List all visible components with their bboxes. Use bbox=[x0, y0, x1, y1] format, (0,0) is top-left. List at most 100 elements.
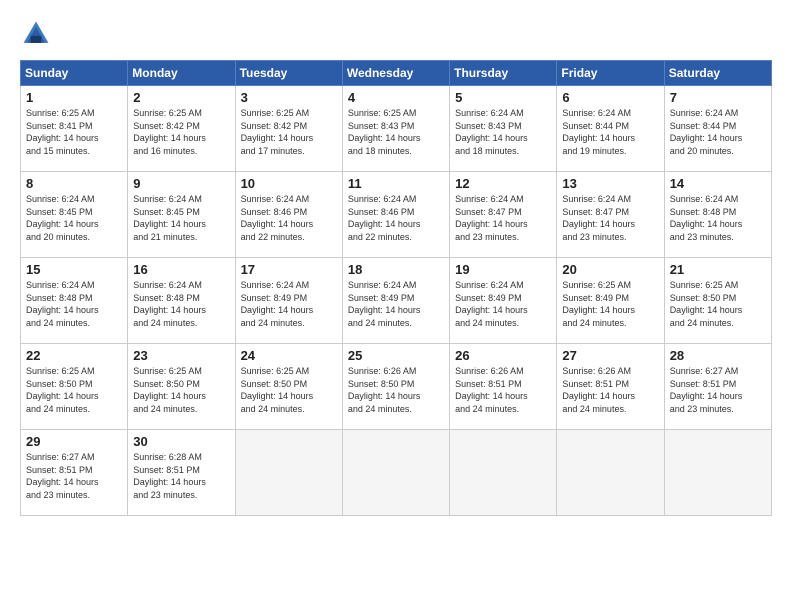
day-number: 6 bbox=[562, 90, 658, 105]
weekday-header-sunday: Sunday bbox=[21, 61, 128, 86]
cell-info: Sunrise: 6:26 AMSunset: 8:50 PMDaylight:… bbox=[348, 365, 444, 415]
logo-icon bbox=[20, 18, 52, 50]
cell-info: Sunrise: 6:24 AMSunset: 8:48 PMDaylight:… bbox=[133, 279, 229, 329]
day-number: 29 bbox=[26, 434, 122, 449]
day-number: 12 bbox=[455, 176, 551, 191]
day-number: 11 bbox=[348, 176, 444, 191]
calendar-cell: 24 Sunrise: 6:25 AMSunset: 8:50 PMDayligh… bbox=[235, 344, 342, 430]
calendar-cell: 25 Sunrise: 6:26 AMSunset: 8:50 PMDayligh… bbox=[342, 344, 449, 430]
calendar-cell bbox=[450, 430, 557, 516]
weekday-header-friday: Friday bbox=[557, 61, 664, 86]
calendar-cell: 16 Sunrise: 6:24 AMSunset: 8:48 PMDayligh… bbox=[128, 258, 235, 344]
header bbox=[20, 18, 772, 50]
day-number: 8 bbox=[26, 176, 122, 191]
day-number: 18 bbox=[348, 262, 444, 277]
day-number: 15 bbox=[26, 262, 122, 277]
cell-info: Sunrise: 6:25 AMSunset: 8:50 PMDaylight:… bbox=[241, 365, 337, 415]
calendar-cell: 11Sunrise: 6:24 AMSunset: 8:46 PMDayligh… bbox=[342, 172, 449, 258]
day-number: 7 bbox=[670, 90, 766, 105]
cell-info: Sunrise: 6:25 AMSunset: 8:43 PMDaylight:… bbox=[348, 107, 444, 157]
cell-info: Sunrise: 6:25 AMSunset: 8:50 PMDaylight:… bbox=[133, 365, 229, 415]
day-number: 2 bbox=[133, 90, 229, 105]
cell-info: Sunrise: 6:24 AMSunset: 8:43 PMDaylight:… bbox=[455, 107, 551, 157]
calendar-cell bbox=[235, 430, 342, 516]
cell-info: Sunrise: 6:24 AMSunset: 8:44 PMDaylight:… bbox=[670, 107, 766, 157]
calendar-cell: 4 Sunrise: 6:25 AMSunset: 8:43 PMDaylight… bbox=[342, 86, 449, 172]
calendar-cell: 26 Sunrise: 6:26 AMSunset: 8:51 PMDayligh… bbox=[450, 344, 557, 430]
day-number: 27 bbox=[562, 348, 658, 363]
cell-info: Sunrise: 6:25 AMSunset: 8:49 PMDaylight:… bbox=[562, 279, 658, 329]
cell-info: Sunrise: 6:26 AMSunset: 8:51 PMDaylight:… bbox=[562, 365, 658, 415]
cell-info: Sunrise: 6:24 AMSunset: 8:49 PMDaylight:… bbox=[455, 279, 551, 329]
cell-info: Sunrise: 6:26 AMSunset: 8:51 PMDaylight:… bbox=[455, 365, 551, 415]
day-number: 24 bbox=[241, 348, 337, 363]
week-row-1: 1 Sunrise: 6:25 AMSunset: 8:41 PMDaylight… bbox=[21, 86, 772, 172]
day-number: 21 bbox=[670, 262, 766, 277]
cell-info: Sunrise: 6:25 AMSunset: 8:50 PMDaylight:… bbox=[670, 279, 766, 329]
day-number: 10 bbox=[241, 176, 337, 191]
day-number: 22 bbox=[26, 348, 122, 363]
weekday-header-thursday: Thursday bbox=[450, 61, 557, 86]
cell-info: Sunrise: 6:28 AMSunset: 8:51 PMDaylight:… bbox=[133, 451, 229, 501]
calendar-cell: 1 Sunrise: 6:25 AMSunset: 8:41 PMDaylight… bbox=[21, 86, 128, 172]
cell-info: Sunrise: 6:27 AMSunset: 8:51 PMDaylight:… bbox=[670, 365, 766, 415]
day-number: 14 bbox=[670, 176, 766, 191]
calendar-cell: 7 Sunrise: 6:24 AMSunset: 8:44 PMDaylight… bbox=[664, 86, 771, 172]
calendar-cell bbox=[664, 430, 771, 516]
calendar-cell: 15 Sunrise: 6:24 AMSunset: 8:48 PMDayligh… bbox=[21, 258, 128, 344]
day-number: 17 bbox=[241, 262, 337, 277]
day-number: 4 bbox=[348, 90, 444, 105]
calendar-cell: 18 Sunrise: 6:24 AMSunset: 8:49 PMDayligh… bbox=[342, 258, 449, 344]
day-number: 9 bbox=[133, 176, 229, 191]
cell-info: Sunrise: 6:24 AMSunset: 8:49 PMDaylight:… bbox=[241, 279, 337, 329]
calendar-cell: 6 Sunrise: 6:24 AMSunset: 8:44 PMDaylight… bbox=[557, 86, 664, 172]
weekday-header-wednesday: Wednesday bbox=[342, 61, 449, 86]
cell-info: Sunrise: 6:25 AMSunset: 8:42 PMDaylight:… bbox=[241, 107, 337, 157]
calendar-cell: 22 Sunrise: 6:25 AMSunset: 8:50 PMDayligh… bbox=[21, 344, 128, 430]
logo bbox=[20, 18, 56, 50]
calendar-cell: 23Sunrise: 6:25 AMSunset: 8:50 PMDayligh… bbox=[128, 344, 235, 430]
calendar-cell: 27 Sunrise: 6:26 AMSunset: 8:51 PMDayligh… bbox=[557, 344, 664, 430]
weekday-header-row: SundayMondayTuesdayWednesdayThursdayFrid… bbox=[21, 61, 772, 86]
cell-info: Sunrise: 6:24 AMSunset: 8:49 PMDaylight:… bbox=[348, 279, 444, 329]
calendar-cell: 9Sunrise: 6:24 AMSunset: 8:45 PMDaylight… bbox=[128, 172, 235, 258]
cell-info: Sunrise: 6:24 AMSunset: 8:45 PMDaylight:… bbox=[26, 193, 122, 243]
cell-info: Sunrise: 6:27 AMSunset: 8:51 PMDaylight:… bbox=[26, 451, 122, 501]
calendar-cell: 12 Sunrise: 6:24 AMSunset: 8:47 PMDayligh… bbox=[450, 172, 557, 258]
day-number: 16 bbox=[133, 262, 229, 277]
calendar-cell: 29 Sunrise: 6:27 AMSunset: 8:51 PMDayligh… bbox=[21, 430, 128, 516]
cell-info: Sunrise: 6:25 AMSunset: 8:41 PMDaylight:… bbox=[26, 107, 122, 157]
week-row-3: 15 Sunrise: 6:24 AMSunset: 8:48 PMDayligh… bbox=[21, 258, 772, 344]
calendar-cell: 28 Sunrise: 6:27 AMSunset: 8:51 PMDayligh… bbox=[664, 344, 771, 430]
day-number: 3 bbox=[241, 90, 337, 105]
cell-info: Sunrise: 6:24 AMSunset: 8:44 PMDaylight:… bbox=[562, 107, 658, 157]
calendar-cell bbox=[342, 430, 449, 516]
cell-info: Sunrise: 6:25 AMSunset: 8:42 PMDaylight:… bbox=[133, 107, 229, 157]
day-number: 20 bbox=[562, 262, 658, 277]
day-number: 19 bbox=[455, 262, 551, 277]
calendar-cell: 13 Sunrise: 6:24 AMSunset: 8:47 PMDayligh… bbox=[557, 172, 664, 258]
calendar-cell: 30Sunrise: 6:28 AMSunset: 8:51 PMDayligh… bbox=[128, 430, 235, 516]
calendar-cell: 19 Sunrise: 6:24 AMSunset: 8:49 PMDayligh… bbox=[450, 258, 557, 344]
calendar-cell: 8 Sunrise: 6:24 AMSunset: 8:45 PMDaylight… bbox=[21, 172, 128, 258]
day-number: 26 bbox=[455, 348, 551, 363]
weekday-header-tuesday: Tuesday bbox=[235, 61, 342, 86]
calendar-cell: 20 Sunrise: 6:25 AMSunset: 8:49 PMDayligh… bbox=[557, 258, 664, 344]
day-number: 13 bbox=[562, 176, 658, 191]
cell-info: Sunrise: 6:24 AMSunset: 8:48 PMDaylight:… bbox=[670, 193, 766, 243]
day-number: 28 bbox=[670, 348, 766, 363]
cell-info: Sunrise: 6:24 AMSunset: 8:48 PMDaylight:… bbox=[26, 279, 122, 329]
week-row-4: 22 Sunrise: 6:25 AMSunset: 8:50 PMDayligh… bbox=[21, 344, 772, 430]
cell-info: Sunrise: 6:25 AMSunset: 8:50 PMDaylight:… bbox=[26, 365, 122, 415]
cell-info: Sunrise: 6:24 AMSunset: 8:47 PMDaylight:… bbox=[562, 193, 658, 243]
cell-info: Sunrise: 6:24 AMSunset: 8:47 PMDaylight:… bbox=[455, 193, 551, 243]
day-number: 1 bbox=[26, 90, 122, 105]
weekday-header-saturday: Saturday bbox=[664, 61, 771, 86]
calendar: SundayMondayTuesdayWednesdayThursdayFrid… bbox=[20, 60, 772, 516]
calendar-cell: 2 Sunrise: 6:25 AMSunset: 8:42 PMDaylight… bbox=[128, 86, 235, 172]
day-number: 25 bbox=[348, 348, 444, 363]
calendar-cell: 17 Sunrise: 6:24 AMSunset: 8:49 PMDayligh… bbox=[235, 258, 342, 344]
cell-info: Sunrise: 6:24 AMSunset: 8:46 PMDaylight:… bbox=[241, 193, 337, 243]
calendar-cell: 14 Sunrise: 6:24 AMSunset: 8:48 PMDayligh… bbox=[664, 172, 771, 258]
calendar-cell: 5Sunrise: 6:24 AMSunset: 8:43 PMDaylight… bbox=[450, 86, 557, 172]
